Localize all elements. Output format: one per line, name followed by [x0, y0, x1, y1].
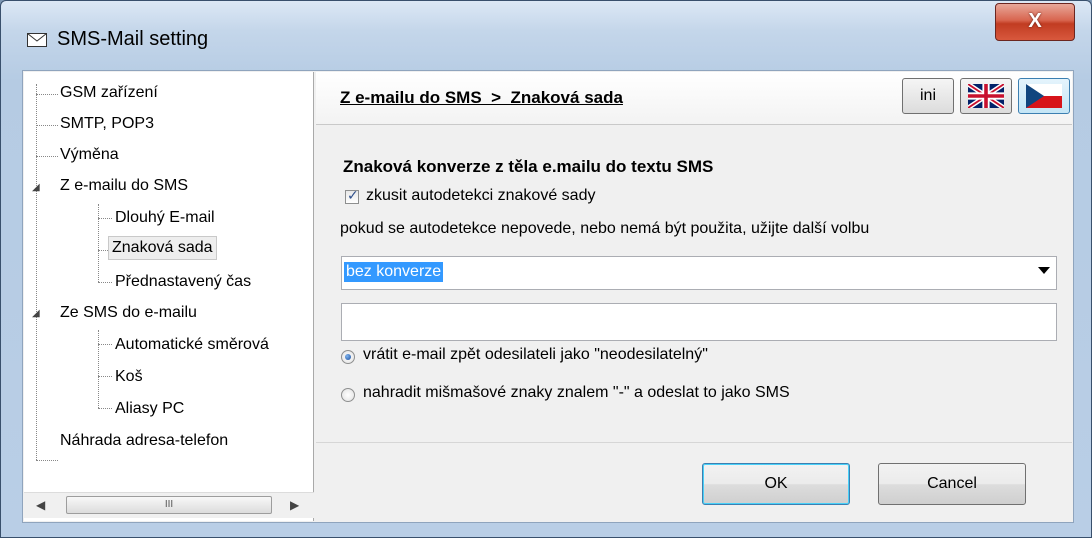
tree-connector: [36, 460, 58, 461]
radio-return-email[interactable]: [341, 350, 355, 364]
radio-replace-label[interactable]: nahradit mišmašové znaky znalem "-" a od…: [363, 384, 790, 402]
tree-connector: [36, 156, 58, 157]
tree-connector: [98, 376, 112, 377]
tree-connector: [98, 408, 112, 409]
envelope-icon: [27, 33, 47, 47]
tree-item-address-phone[interactable]: Náhrada adresa-telefon: [60, 430, 228, 452]
window-title: SMS-Mail setting: [57, 28, 209, 50]
tree-connector: [98, 344, 112, 345]
tree-item-preset-time[interactable]: Přednastavený čas: [115, 271, 251, 293]
tree-item-aliases-pc[interactable]: Aliasy PC: [115, 398, 184, 420]
custom-charset-input[interactable]: [341, 303, 1057, 341]
tree-item-gsm[interactable]: GSM zařízení: [60, 82, 158, 104]
breadcrumb[interactable]: Z e-mailu do SMS > Znaková sada: [340, 88, 623, 108]
tree-connector: [98, 282, 112, 283]
tree-item-email-to-sms[interactable]: Z e-mailu do SMS: [60, 175, 188, 197]
tree-item-long-email[interactable]: Dlouhý E-mail: [115, 207, 215, 229]
check-mark-icon: ✓: [347, 187, 359, 203]
radio-return-label[interactable]: vrátit e-mail zpět odesilateli jako "neo…: [363, 346, 708, 364]
scroll-thumb[interactable]: III: [66, 496, 272, 514]
tree-item-sms-to-email[interactable]: Ze SMS do e-mailu: [60, 302, 197, 324]
autodetect-checkbox[interactable]: ✓: [345, 187, 359, 204]
collapse-arrow-icon[interactable]: ◢: [32, 308, 40, 319]
title-bar[interactable]: SMS-Mail setting X: [1, 1, 1091, 69]
tree-item-trash[interactable]: Koš: [115, 366, 143, 388]
ok-button[interactable]: OK: [702, 463, 850, 505]
tree-item-vymena[interactable]: Výměna: [60, 144, 119, 166]
footer-divider: [316, 442, 1072, 443]
tree-item-auto-routing[interactable]: Automatické směrová: [115, 334, 269, 356]
cancel-button[interactable]: Cancel: [878, 463, 1026, 505]
uk-flag-icon: [968, 84, 1004, 108]
close-button[interactable]: X: [995, 3, 1075, 41]
fallback-hint: pokud se autodetekce nepovede, nebo nemá…: [340, 220, 870, 237]
tree-connector: [36, 125, 58, 126]
language-czech-button[interactable]: [1018, 78, 1070, 114]
tree-connector: [36, 94, 58, 95]
tree-item-charset[interactable]: Znaková sada: [108, 236, 217, 260]
dropdown-arrow-icon[interactable]: [1038, 267, 1050, 274]
tree-item-smtp-pop3[interactable]: SMTP, POP3: [60, 113, 154, 135]
tree-connector: [98, 218, 112, 219]
section-title: Znaková konverze z těla e.mailu do textu…: [343, 157, 714, 176]
tree-connector: [98, 330, 99, 408]
ini-button[interactable]: ini: [902, 78, 954, 114]
conversion-select[interactable]: bez konverze: [341, 256, 1057, 290]
scroll-left-icon[interactable]: ◀: [36, 498, 45, 512]
language-english-button[interactable]: [960, 78, 1012, 114]
conversion-selected-value: bez konverze: [344, 262, 444, 282]
scroll-right-icon[interactable]: ▶: [290, 498, 299, 512]
czech-flag-icon: [1026, 84, 1062, 108]
collapse-arrow-icon[interactable]: ◢: [32, 182, 40, 193]
tree-connector: [36, 84, 37, 460]
tree-connector: [98, 204, 99, 282]
tree-horizontal-scrollbar[interactable]: ◀ III ▶: [24, 492, 314, 518]
radio-replace-chars[interactable]: [341, 388, 355, 402]
autodetect-label[interactable]: zkusit autodetekci znakové sady: [366, 187, 595, 205]
settings-tree[interactable]: ◢ ◢: [24, 72, 314, 521]
